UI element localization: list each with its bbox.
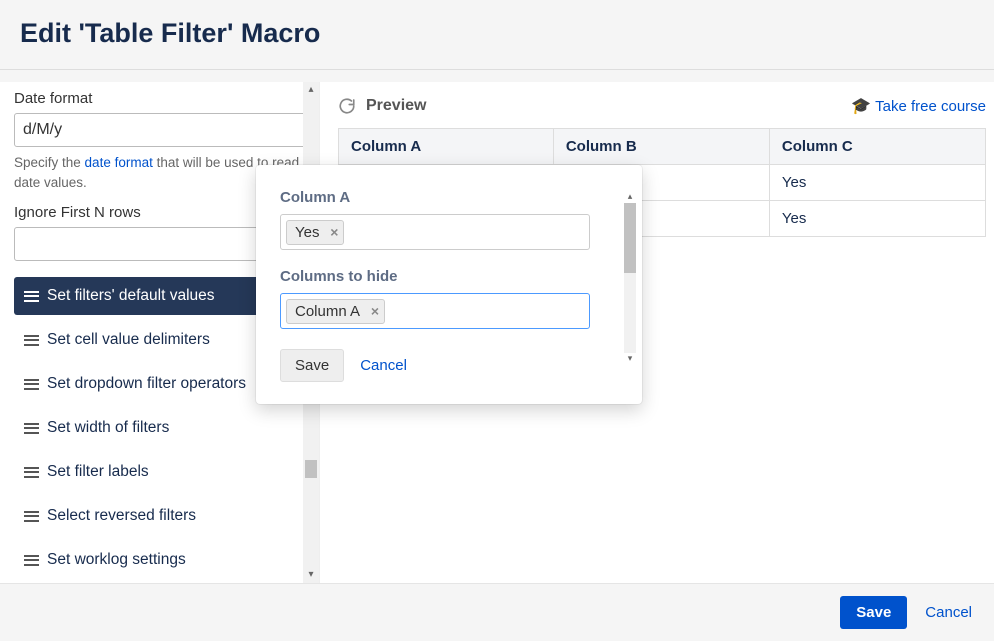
hint-prefix: Specify the — [14, 155, 85, 170]
popup-field1-input[interactable]: Yes × — [280, 214, 590, 250]
popup-cancel-link[interactable]: Cancel — [360, 357, 407, 374]
col-header-b: Column B — [553, 129, 769, 165]
scroll-thumb[interactable] — [305, 460, 317, 478]
col-header-c: Column C — [769, 129, 985, 165]
popup-scroll-track[interactable] — [624, 203, 636, 353]
popup-scrollbar[interactable]: ▴ ▾ — [624, 191, 636, 341]
refresh-icon[interactable] — [338, 97, 356, 115]
list-icon — [24, 379, 39, 390]
take-course-link[interactable]: 🎓 Take free course — [851, 96, 986, 116]
date-format-label: Date format — [14, 90, 307, 107]
list-icon — [24, 555, 39, 566]
dialog-header: Edit 'Table Filter' Macro — [0, 0, 994, 70]
tag-text: Column A — [295, 303, 360, 320]
popup-scroll-down-icon[interactable]: ▾ — [624, 353, 636, 365]
date-format-doc-link[interactable]: date format — [85, 155, 153, 170]
sidebar-item[interactable]: Set filter labels — [14, 453, 307, 491]
save-button[interactable]: Save — [840, 596, 907, 629]
tag-remove-icon[interactable]: × — [330, 224, 338, 240]
sidebar-item-label: Set filter labels — [47, 463, 149, 481]
cell: Yes — [769, 201, 985, 237]
sidebar-item-label: Select reversed filters — [47, 507, 196, 525]
scroll-down-arrow-icon[interactable]: ▾ — [303, 567, 319, 583]
sidebar-item[interactable]: Select reversed filters — [14, 497, 307, 535]
preview-title-group: Preview — [338, 97, 426, 115]
col-header-a: Column A — [339, 129, 554, 165]
preview-title-text: Preview — [366, 97, 426, 115]
popup-field2-input[interactable]: Column A × — [280, 293, 590, 329]
sidebar-item-label: Set dropdown filter operators — [47, 375, 246, 393]
graduation-cap-icon: 🎓 — [851, 96, 871, 116]
take-course-text: Take free course — [875, 98, 986, 115]
date-format-input[interactable] — [14, 113, 309, 147]
popup-field2-label: Columns to hide — [280, 268, 622, 285]
popup-scroll-up-icon[interactable]: ▴ — [624, 191, 636, 203]
filter-defaults-popup: Column A Yes × Columns to hide Column A … — [256, 165, 642, 404]
cell: Yes — [769, 165, 985, 201]
list-icon — [24, 291, 39, 302]
tag-text: Yes — [295, 224, 319, 241]
list-icon — [24, 511, 39, 522]
sidebar-item[interactable]: Set worklog settings — [14, 541, 307, 579]
sidebar-item-label: Set worklog settings — [47, 551, 186, 569]
dialog-title: Edit 'Table Filter' Macro — [20, 18, 974, 49]
list-icon — [24, 423, 39, 434]
dialog-footer: Save Cancel — [0, 583, 994, 641]
sidebar-item-label: Set filters' default values — [47, 287, 215, 305]
cancel-link[interactable]: Cancel — [925, 604, 972, 621]
tag-remove-icon[interactable]: × — [371, 303, 379, 319]
popup-field1-label: Column A — [280, 189, 622, 206]
sidebar-item[interactable]: Set width of filters — [14, 409, 307, 447]
tag-chip: Yes × — [286, 220, 344, 245]
scroll-up-arrow-icon[interactable]: ▴ — [303, 82, 319, 98]
list-icon — [24, 335, 39, 346]
tag-chip: Column A × — [286, 299, 385, 324]
sidebar-item-label: Set width of filters — [47, 419, 169, 437]
sidebar-item-label: Set cell value delimiters — [47, 331, 210, 349]
preview-header: Preview 🎓 Take free course — [338, 92, 986, 128]
popup-scroll-thumb[interactable] — [624, 203, 636, 273]
list-icon — [24, 467, 39, 478]
popup-save-button[interactable]: Save — [280, 349, 344, 382]
popup-actions: Save Cancel — [280, 349, 622, 382]
